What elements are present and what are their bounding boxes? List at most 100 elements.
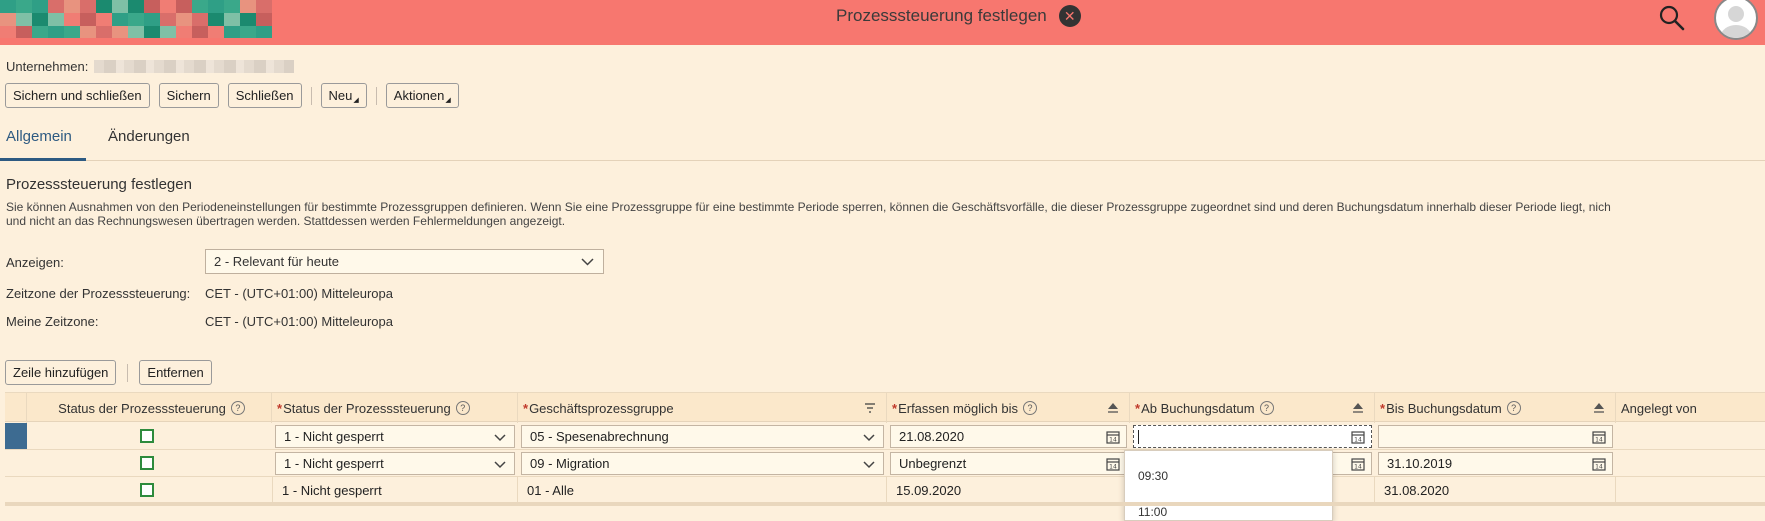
dropdown-item[interactable]: 11:00 xyxy=(1138,505,1167,519)
new-label: Neu xyxy=(328,88,353,103)
group-value: 05 - Spesenabrechnung xyxy=(530,429,669,444)
tab-aenderungen[interactable]: Änderungen xyxy=(108,128,190,145)
row-selector[interactable] xyxy=(5,477,27,503)
logo-pixel xyxy=(0,13,16,26)
shell-header: Prozesssteuerung festlegen ✕ xyxy=(0,0,1765,45)
logo-pixel xyxy=(256,26,272,38)
logo-pixel xyxy=(112,0,128,13)
row-selector[interactable] xyxy=(5,450,27,476)
horizontal-scrollbar[interactable] xyxy=(5,502,1765,506)
group-value: 09 - Migration xyxy=(530,456,610,471)
show-select[interactable]: 2 - Relevant für heute xyxy=(205,249,604,274)
group-select[interactable]: 05 - Spesenabrechnung xyxy=(521,425,884,448)
row-selector-header xyxy=(5,393,27,423)
logo-pixel xyxy=(144,26,160,38)
to-date-input[interactable]: 31.10.2019 14 xyxy=(1378,452,1613,475)
status-checkbox[interactable] xyxy=(140,483,154,497)
logo-pixel xyxy=(224,0,240,13)
sort-ascending-icon[interactable] xyxy=(1352,402,1364,414)
section-title: Prozesssteuerung festlegen xyxy=(6,176,192,193)
table-row[interactable]: 1 - Nicht gesperrt 05 - Spesenabrechnung… xyxy=(5,423,1765,450)
logo-pixel xyxy=(240,13,256,26)
help-icon[interactable]: ? xyxy=(1023,401,1038,415)
add-row-button[interactable]: Zeile hinzufügen xyxy=(5,360,117,385)
tab-strip: Allgemein Änderungen xyxy=(0,118,1765,161)
to-date-input[interactable]: 14 xyxy=(1378,425,1613,448)
sort-ascending-icon[interactable] xyxy=(1107,402,1119,414)
to-date-value: 31.08.2020 xyxy=(1384,483,1450,498)
col-to-date-label: Bis Buchungsdatum xyxy=(1386,400,1502,416)
calendar-icon[interactable]: 14 xyxy=(1592,430,1606,444)
logo-pixel xyxy=(80,0,96,13)
help-icon[interactable]: ? xyxy=(230,401,245,415)
close-icon[interactable]: ✕ xyxy=(1058,5,1081,27)
logo-pixel xyxy=(144,0,160,13)
logo-pixel xyxy=(240,0,256,13)
table-row[interactable]: 1 - Nicht gesperrt 01 - Alle 15.09.2020 … xyxy=(5,477,1765,504)
group-cell: 01 - Alle xyxy=(518,477,887,504)
logo-pixel xyxy=(160,13,176,26)
col-capture-until[interactable]: * Erfassen möglich bis? xyxy=(887,393,1130,423)
active-tab-indicator xyxy=(0,158,86,161)
tab-allgemein[interactable]: Allgemein xyxy=(6,128,72,145)
status-select[interactable]: 1 - Nicht gesperrt xyxy=(275,425,515,448)
col-from-date-label: Ab Buchungsdatum xyxy=(1141,400,1255,416)
sort-ascending-icon[interactable] xyxy=(1593,402,1605,414)
tz-process-label: Zeitzone der Prozesssteuerung: xyxy=(6,286,191,301)
new-menu-button[interactable]: Neu ◢ xyxy=(320,83,367,108)
time-dropdown: 09:30 11:00 xyxy=(1124,450,1333,521)
logo-pixel xyxy=(176,0,192,13)
search-icon[interactable] xyxy=(1658,4,1686,32)
col-group[interactable]: * Geschäftsprozessgruppe xyxy=(518,393,887,423)
logo-pixel xyxy=(160,0,176,13)
filter-icon[interactable] xyxy=(864,402,876,414)
col-status-icon[interactable]: Status der Prozesssteuerung? xyxy=(27,393,272,423)
calendar-icon[interactable]: 14 xyxy=(1106,457,1120,471)
logo-pixel xyxy=(128,26,144,38)
col-from-date[interactable]: * Ab Buchungsdatum? xyxy=(1130,393,1375,423)
table-toolbar: Zeile hinzufügen Entfernen xyxy=(5,360,212,385)
logo-pixel xyxy=(16,0,32,13)
help-icon[interactable]: ? xyxy=(1259,401,1274,415)
col-status[interactable]: * Status der Prozesssteuerung? xyxy=(272,393,518,423)
capture-until-cell: 15.09.2020 xyxy=(887,477,1130,504)
toolbar-separator xyxy=(127,363,129,382)
logo-pixel xyxy=(192,26,208,38)
calendar-icon[interactable]: 14 xyxy=(1106,430,1120,444)
close-button[interactable]: Schließen xyxy=(227,83,302,108)
group-select[interactable]: 09 - Migration xyxy=(521,452,884,475)
actions-menu-button[interactable]: Aktionen ◢ xyxy=(385,83,459,108)
calendar-icon[interactable]: 14 xyxy=(1351,457,1365,471)
avatar[interactable] xyxy=(1714,0,1758,40)
status-checkbox[interactable] xyxy=(140,456,154,470)
actions-label: Aktionen xyxy=(393,88,445,103)
from-date-input[interactable]: 14 xyxy=(1133,425,1372,448)
capture-until-value: 15.09.2020 xyxy=(896,483,962,498)
dropdown-item[interactable]: 09:30 xyxy=(1138,469,1168,483)
calendar-icon[interactable]: 14 xyxy=(1592,457,1606,471)
status-checkbox[interactable] xyxy=(140,429,154,443)
capture-until-input[interactable]: Unbegrenzt 14 xyxy=(890,452,1127,475)
help-icon[interactable]: ? xyxy=(455,401,470,415)
logo-pixel xyxy=(256,0,272,13)
col-capture-until-label: Erfassen möglich bis xyxy=(898,400,1019,416)
logo-pixel xyxy=(16,26,32,38)
calendar-icon[interactable]: 14 xyxy=(1351,430,1365,444)
svg-text:14: 14 xyxy=(1354,464,1362,471)
logo-pixel xyxy=(208,26,224,38)
help-icon[interactable]: ? xyxy=(1506,401,1521,415)
table-row[interactable]: 1 - Nicht gesperrt 09 - Migration Unbegr… xyxy=(5,450,1765,477)
capture-until-input[interactable]: 21.08.2020 14 xyxy=(890,425,1127,448)
logo-pixel xyxy=(48,26,64,38)
col-to-date[interactable]: * Bis Buchungsdatum? xyxy=(1375,393,1616,423)
chevron-down-icon xyxy=(494,434,506,442)
save-button[interactable]: Sichern xyxy=(158,83,219,108)
row-selector[interactable] xyxy=(5,423,27,449)
capture-until-value: Unbegrenzt xyxy=(899,456,967,471)
show-select-value: 2 - Relevant für heute xyxy=(214,254,340,269)
svg-text:14: 14 xyxy=(1109,437,1117,444)
col-created-by[interactable]: Angelegt von xyxy=(1616,393,1765,423)
status-select[interactable]: 1 - Nicht gesperrt xyxy=(275,452,515,475)
remove-button[interactable]: Entfernen xyxy=(139,360,212,385)
save-and-close-button[interactable]: Sichern und schließen xyxy=(5,83,150,108)
